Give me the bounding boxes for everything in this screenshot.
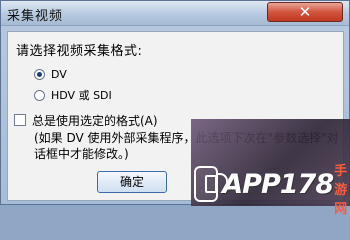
radio-button-dv[interactable] bbox=[34, 68, 45, 80]
phone-signal-icon bbox=[194, 166, 229, 202]
radio-hdv-sdi[interactable]: HDV 或 SDI bbox=[34, 87, 112, 103]
always-use-checkbox[interactable] bbox=[14, 114, 26, 126]
watermark-sub: 手游网 bbox=[334, 164, 348, 217]
radio-button-hdv-sdi[interactable] bbox=[34, 89, 45, 101]
dialog-window: 采集视频 ✕ 请选择视频采集格式: DV HDV 或 SDI 总是使用选定的格式… bbox=[0, 0, 350, 217]
always-use-label: 总是使用选定的格式(A) bbox=[32, 113, 158, 128]
window-title: 采集视频 bbox=[7, 9, 64, 24]
title-bar: 采集视频 ✕ bbox=[1, 1, 349, 26]
radio-dv[interactable]: DV bbox=[34, 66, 67, 82]
watermark-brand: APP178 bbox=[222, 168, 334, 200]
format-prompt: 请选择视频采集格式: bbox=[16, 44, 143, 59]
site-watermark: APP178 手游网 bbox=[194, 151, 350, 217]
ok-button[interactable]: 确定 bbox=[97, 171, 167, 193]
always-use-option[interactable]: 总是使用选定的格式(A) bbox=[14, 112, 158, 128]
radio-label-dv: DV bbox=[51, 67, 67, 81]
radio-label-hdv-sdi: HDV 或 SDI bbox=[51, 89, 112, 102]
close-button[interactable]: ✕ bbox=[267, 2, 343, 22]
close-icon: ✕ bbox=[298, 3, 312, 21]
